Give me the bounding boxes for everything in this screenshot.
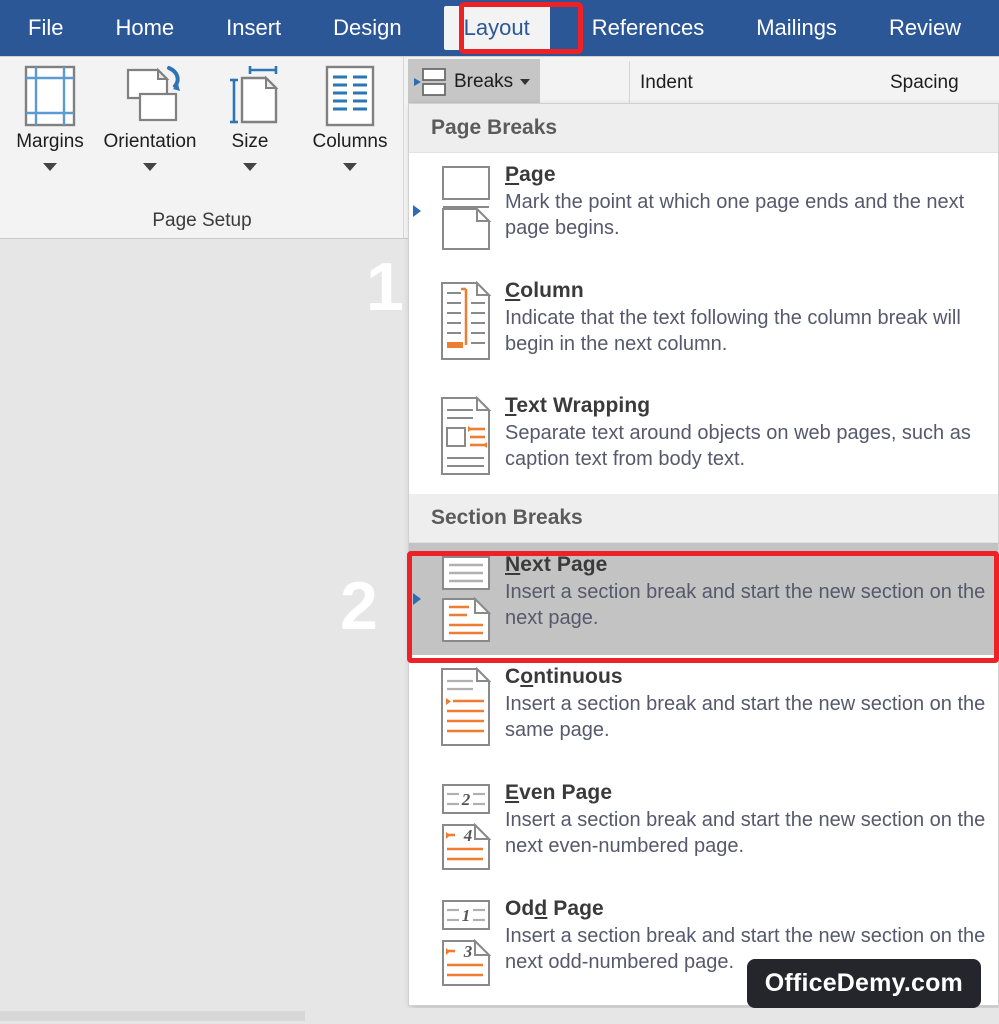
margins-icon (22, 63, 78, 129)
orientation-icon (118, 63, 182, 129)
menu-item-continuous-text: Continuous Insert a section break and st… (505, 665, 990, 744)
indent-group-label: Indent (640, 72, 693, 93)
columns-icon (323, 63, 377, 129)
menu-item-odd-page-title: Odd Page (505, 897, 604, 920)
orientation-dropdown-caret[interactable] (143, 163, 157, 171)
svg-text:3: 3 (463, 942, 473, 961)
margins-dropdown-caret[interactable] (43, 163, 57, 171)
tab-file[interactable]: File (28, 9, 63, 47)
margins-button[interactable]: Margins (0, 63, 100, 171)
menu-item-next-page-desc: Insert a section break and start the new… (505, 581, 986, 630)
orientation-button[interactable]: Orientation (100, 63, 200, 171)
menu-item-text-wrapping-text: Text Wrapping Separate text around objec… (505, 394, 990, 473)
svg-text:2: 2 (461, 790, 471, 809)
columns-button[interactable]: Columns (300, 63, 400, 171)
annotation-number-two-fill: 2 (340, 568, 378, 644)
menu-item-text-wrapping[interactable]: Text Wrapping Separate text around objec… (409, 384, 998, 494)
menu-section-header-page-breaks: Page Breaks (409, 104, 998, 153)
word-window: File Home Insert Design Layout Reference… (0, 0, 999, 1024)
menu-item-even-page-desc: Insert a section break and start the new… (505, 809, 986, 858)
tab-review[interactable]: Review (889, 9, 961, 47)
current-position-marker-icon (413, 205, 421, 217)
breaks-button[interactable]: Breaks (408, 59, 540, 105)
tab-layout[interactable]: Layout (443, 6, 550, 50)
annotation-number-one-fill: 1 (366, 249, 404, 325)
page-breaks-header-label: Page Breaks (431, 116, 558, 139)
tab-references[interactable]: References (592, 9, 705, 47)
breaks-label: Breaks (454, 71, 514, 92)
tab-insert[interactable]: Insert (226, 9, 281, 47)
menu-item-page-title: Page (505, 163, 556, 186)
watermark-badge: OfficeDemy.com (746, 959, 981, 1008)
tab-mailings[interactable]: Mailings (756, 9, 837, 47)
breaks-dropdown-menu: Page Breaks Page Mark the point at which… (408, 103, 999, 1006)
menu-item-column[interactable]: Column Indicate that the text following … (409, 269, 998, 384)
ribbon-tab-bar: File Home Insert Design Layout Reference… (0, 0, 999, 56)
menu-item-column-desc: Indicate that the text following the col… (505, 307, 961, 356)
annotation-number-one: 1 1 (366, 253, 404, 321)
column-break-icon (427, 279, 505, 361)
menu-item-even-page-title: Even Page (505, 781, 613, 804)
menu-item-next-page-text: Next Page Insert a section break and sta… (505, 553, 990, 632)
menu-item-page[interactable]: Page Mark the point at which one page en… (409, 153, 998, 269)
tab-home[interactable]: Home (115, 9, 174, 47)
ribbon-divider (629, 61, 630, 105)
section-breaks-header-label: Section Breaks (431, 506, 583, 529)
annotation-number-two: 2 2 (340, 572, 378, 640)
menu-item-continuous-desc: Insert a section break and start the new… (505, 693, 986, 742)
menu-item-next-page[interactable]: Next Page Insert a section break and sta… (409, 543, 998, 655)
continuous-break-icon (427, 665, 505, 747)
menu-item-text-wrapping-desc: Separate text around objects on web page… (505, 422, 971, 471)
spacing-group-label: Spacing (890, 72, 959, 93)
size-label: Size (231, 131, 269, 152)
menu-item-continuous-title: Continuous (505, 665, 623, 688)
margins-label: Margins (16, 131, 84, 152)
columns-label: Columns (312, 131, 388, 152)
page-break-icon (427, 163, 505, 251)
columns-dropdown-caret[interactable] (343, 163, 357, 171)
menu-item-continuous[interactable]: Continuous Insert a section break and st… (409, 655, 998, 771)
svg-text:4: 4 (463, 826, 473, 845)
page-setup-group: Margins Orientation Size Columns Page Se… (0, 57, 404, 238)
text-wrapping-break-icon (427, 394, 505, 476)
menu-item-column-title: Column (505, 279, 584, 302)
horizontal-scrollbar-thumb[interactable] (0, 1011, 305, 1021)
size-button[interactable]: Size (200, 63, 300, 171)
menu-item-even-page-text: Even Page Insert a section break and sta… (505, 781, 990, 860)
menu-item-column-text: Column Indicate that the text following … (505, 279, 990, 358)
next-page-break-icon (427, 553, 505, 643)
breaks-icon (414, 68, 446, 96)
group-divider (403, 57, 404, 238)
menu-item-next-page-title: Next Page (505, 553, 608, 576)
page-setup-group-title: Page Setup (152, 210, 252, 231)
menu-item-page-text: Page Mark the point at which one page en… (505, 163, 990, 242)
breaks-dropdown-caret[interactable] (520, 79, 531, 85)
tab-design[interactable]: Design (333, 9, 401, 47)
menu-section-header-section-breaks: Section Breaks (409, 494, 998, 543)
menu-item-page-desc: Mark the point at which one page ends an… (505, 191, 965, 240)
even-page-break-icon: 2 4 (427, 781, 505, 871)
svg-text:1: 1 (462, 906, 471, 925)
page-size-icon (220, 63, 280, 129)
menu-item-text-wrapping-title: Text Wrapping (505, 394, 651, 417)
menu-item-even-page[interactable]: 2 4 Even Page Insert a section break and… (409, 771, 998, 887)
orientation-label: Orientation (103, 131, 197, 152)
odd-page-break-icon: 1 3 (427, 897, 505, 987)
size-dropdown-caret[interactable] (243, 163, 257, 171)
horizontal-scrollbar[interactable] (0, 1008, 999, 1024)
current-position-marker-icon (413, 593, 421, 605)
